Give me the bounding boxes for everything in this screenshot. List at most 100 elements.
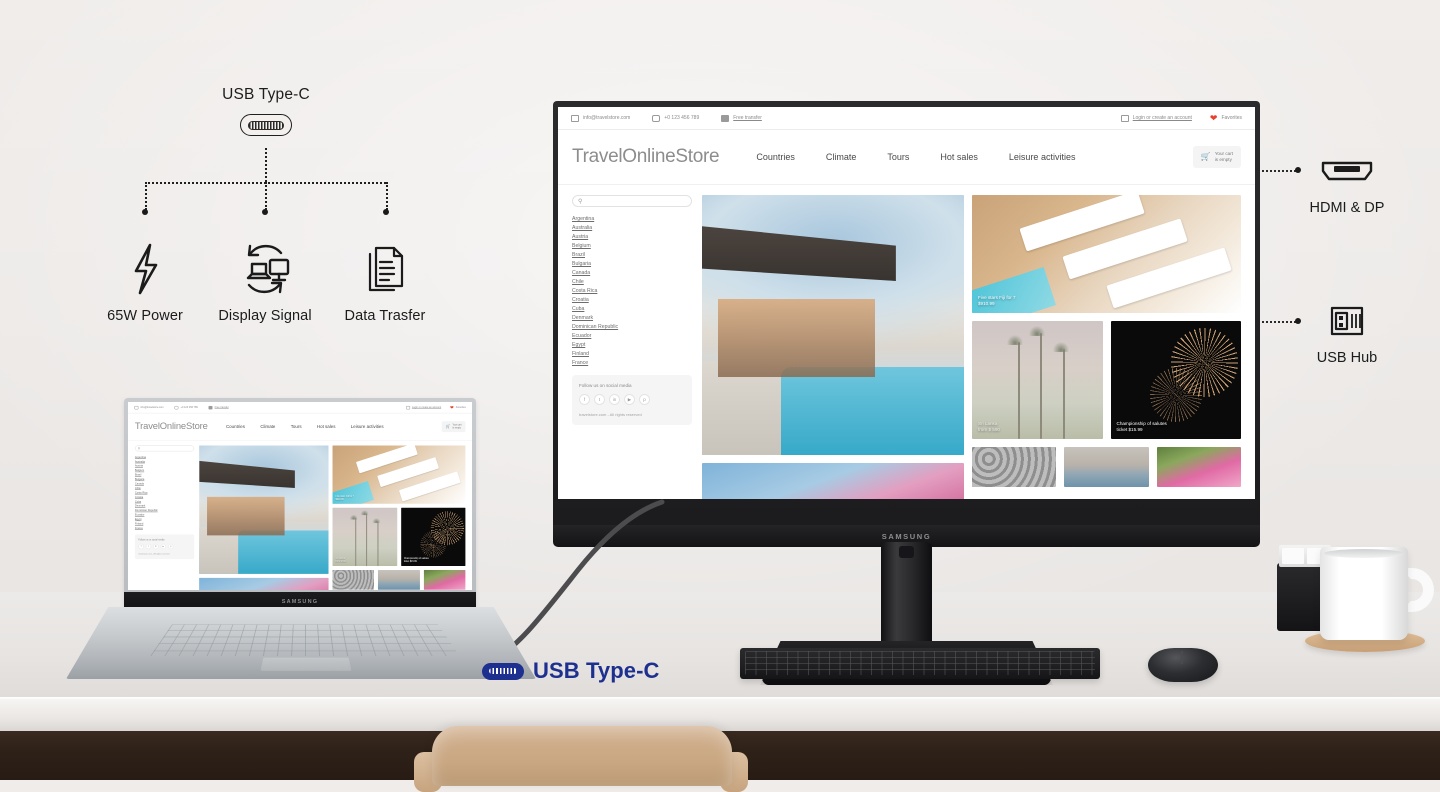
pinterest-icon[interactable]: p [168, 543, 174, 550]
laptop-touchpad[interactable] [260, 657, 352, 671]
pink-flowers-photo[interactable] [1156, 447, 1241, 487]
nav-item-climate-laptop[interactable]: Climate [260, 424, 275, 429]
search-input-laptop[interactable]: ⚲ [134, 445, 195, 452]
country-item[interactable]: Finland [572, 351, 692, 357]
country-item[interactable]: Australia [572, 225, 692, 231]
country-item[interactable]: Brazil [572, 252, 692, 258]
country-item[interactable]: Bulgaria [135, 478, 194, 482]
cart-button[interactable]: 🛒 Your cart is empty [1192, 145, 1241, 169]
country-item[interactable]: Brazil [135, 474, 194, 477]
desktop-keyboard[interactable] [740, 648, 1100, 679]
country-item[interactable]: Costa Rica [135, 492, 194, 495]
country-item[interactable]: Costa Rica [572, 288, 692, 294]
feature-data-transfer-label: Data Trasfer [344, 308, 426, 324]
country-item[interactable]: Egypt [135, 518, 194, 522]
topbar-favorites-laptop[interactable]: ❤ Favorites [450, 405, 466, 409]
country-item[interactable]: France [572, 360, 692, 366]
topbar-email[interactable]: info@travelstore.com [571, 114, 631, 122]
country-item[interactable]: Croatia [135, 496, 194, 499]
nav-item-leisure-activities-laptop[interactable]: Leisure activities [351, 424, 384, 429]
monitor-screen[interactable]: info@travelstore.com +0 123 456 789 Free… [558, 107, 1255, 499]
site-logo[interactable]: TravelOnlineStore [572, 146, 720, 168]
topbar-login[interactable]: Login or create an account [1120, 114, 1192, 122]
villa-pool-photo[interactable] [199, 445, 329, 574]
country-item[interactable]: Ecuador [572, 333, 692, 339]
cart-label-line2-laptop: is empty [452, 426, 461, 430]
country-item[interactable]: Canada [135, 483, 194, 486]
nav-item-tours-laptop[interactable]: Tours [291, 424, 302, 429]
country-item[interactable]: France [135, 527, 194, 530]
country-item[interactable]: Argentina [135, 456, 194, 459]
topbar-email-text: info@travelstore.com [583, 115, 631, 121]
desktop-mouse[interactable] [1148, 648, 1218, 682]
instagram-icon[interactable]: in [153, 543, 159, 550]
villa-pool-photo[interactable] [702, 195, 964, 455]
topbar-phone[interactable]: +0 123 456 789 [652, 114, 699, 122]
topbar-favorites[interactable]: ❤ Favorites [1210, 113, 1242, 123]
loungers-photo[interactable]: Five stars Fiji for 7 $910.99 [332, 445, 466, 504]
country-item[interactable]: Egypt [572, 342, 692, 348]
country-item[interactable]: Belgium [135, 469, 194, 473]
stones-photo[interactable] [332, 569, 375, 590]
topbar-shipping[interactable]: Free transfer [721, 114, 762, 122]
envelope-icon [134, 405, 139, 410]
nav-item-hot-sales[interactable]: Hot sales [940, 152, 978, 162]
country-item[interactable]: Dominican Republic [135, 509, 194, 513]
country-item[interactable]: Croatia [572, 297, 692, 303]
website-monitor[interactable]: info@travelstore.com +0 123 456 789 Free… [558, 107, 1255, 499]
country-item[interactable]: Bulgaria [572, 261, 692, 267]
instagram-icon[interactable]: in [609, 394, 620, 406]
nav-item-countries[interactable]: Countries [756, 152, 795, 162]
youtube-icon[interactable]: ▶ [160, 543, 167, 550]
flower-sky-photo[interactable] [702, 463, 964, 499]
nav-item-climate[interactable]: Climate [826, 152, 857, 162]
country-item[interactable]: Argentina [572, 216, 692, 222]
country-item[interactable]: Dominican Republic [572, 324, 692, 330]
country-item[interactable]: Cuba [572, 306, 692, 312]
laptop-keyboard[interactable] [150, 624, 460, 657]
twitter-icon[interactable]: t [594, 394, 605, 406]
facebook-icon[interactable]: f [138, 543, 144, 550]
loungers-photo[interactable]: Five stars Fiji for 7 $910.99 [972, 195, 1241, 313]
topbar-email-laptop[interactable]: info@travelstore.com [134, 405, 164, 410]
country-item[interactable]: Chile [135, 487, 194, 490]
topbar-login-laptop[interactable]: Login or create an account [405, 405, 441, 410]
fireworks-photo[interactable]: Championship of salutes ticket $15.99 [1110, 321, 1241, 439]
city-photo[interactable] [1064, 447, 1149, 487]
country-item[interactable]: Cuba [135, 500, 194, 504]
search-input[interactable]: ⚲ [572, 195, 692, 207]
fireworks-photo[interactable]: Championship of salutes ticket $15.99 [400, 507, 466, 567]
pinterest-icon[interactable]: p [639, 394, 650, 406]
nav-item-leisure-activities[interactable]: Leisure activities [1009, 152, 1076, 162]
laptop-screen[interactable]: info@travelstore.com +0 123 456 789 Free… [128, 402, 472, 590]
website-laptop[interactable]: info@travelstore.com +0 123 456 789 Free… [128, 402, 472, 590]
youtube-icon[interactable]: ▶ [624, 394, 635, 406]
nav-item-countries-laptop[interactable]: Countries [226, 424, 245, 429]
city-photo[interactable] [378, 569, 420, 590]
facebook-icon[interactable]: f [579, 394, 590, 406]
nav-item-hot-sales-laptop[interactable]: Hot sales [317, 424, 336, 429]
country-item[interactable]: Finland [135, 523, 194, 526]
flower-sky-photo[interactable] [199, 577, 329, 590]
country-item[interactable]: Chile [572, 279, 692, 285]
country-item[interactable]: Ecuador [135, 514, 194, 517]
topbar-shipping-laptop[interactable]: Free transfer [208, 405, 229, 410]
topbar-phone-laptop[interactable]: +0 123 456 789 [174, 405, 198, 410]
twitter-icon[interactable]: t [145, 543, 152, 550]
nav-item-tours[interactable]: Tours [887, 152, 909, 162]
country-item[interactable]: Denmark [135, 505, 194, 508]
palms-photo[interactable]: Sri Lanka from $ 590 [972, 321, 1103, 439]
site-logo-laptop[interactable]: TravelOnlineStore [135, 421, 208, 432]
stones-photo[interactable] [972, 447, 1057, 487]
country-item[interactable]: Belgium [572, 243, 692, 249]
pink-flowers-photo[interactable] [423, 569, 466, 590]
photo-grid-column-left [702, 195, 964, 499]
country-item[interactable]: Canada [572, 270, 692, 276]
country-item[interactable]: Australia [135, 460, 194, 464]
country-item[interactable]: Austria [572, 234, 692, 240]
loungers-caption-line2-laptop: $910.99 [335, 498, 344, 501]
country-item[interactable]: Denmark [572, 315, 692, 321]
palms-photo[interactable]: Sri Lanka from $ 590 [332, 507, 397, 567]
country-item[interactable]: Austria [135, 465, 194, 468]
cart-button-laptop[interactable]: 🛒 Your cart is empty [441, 421, 466, 433]
